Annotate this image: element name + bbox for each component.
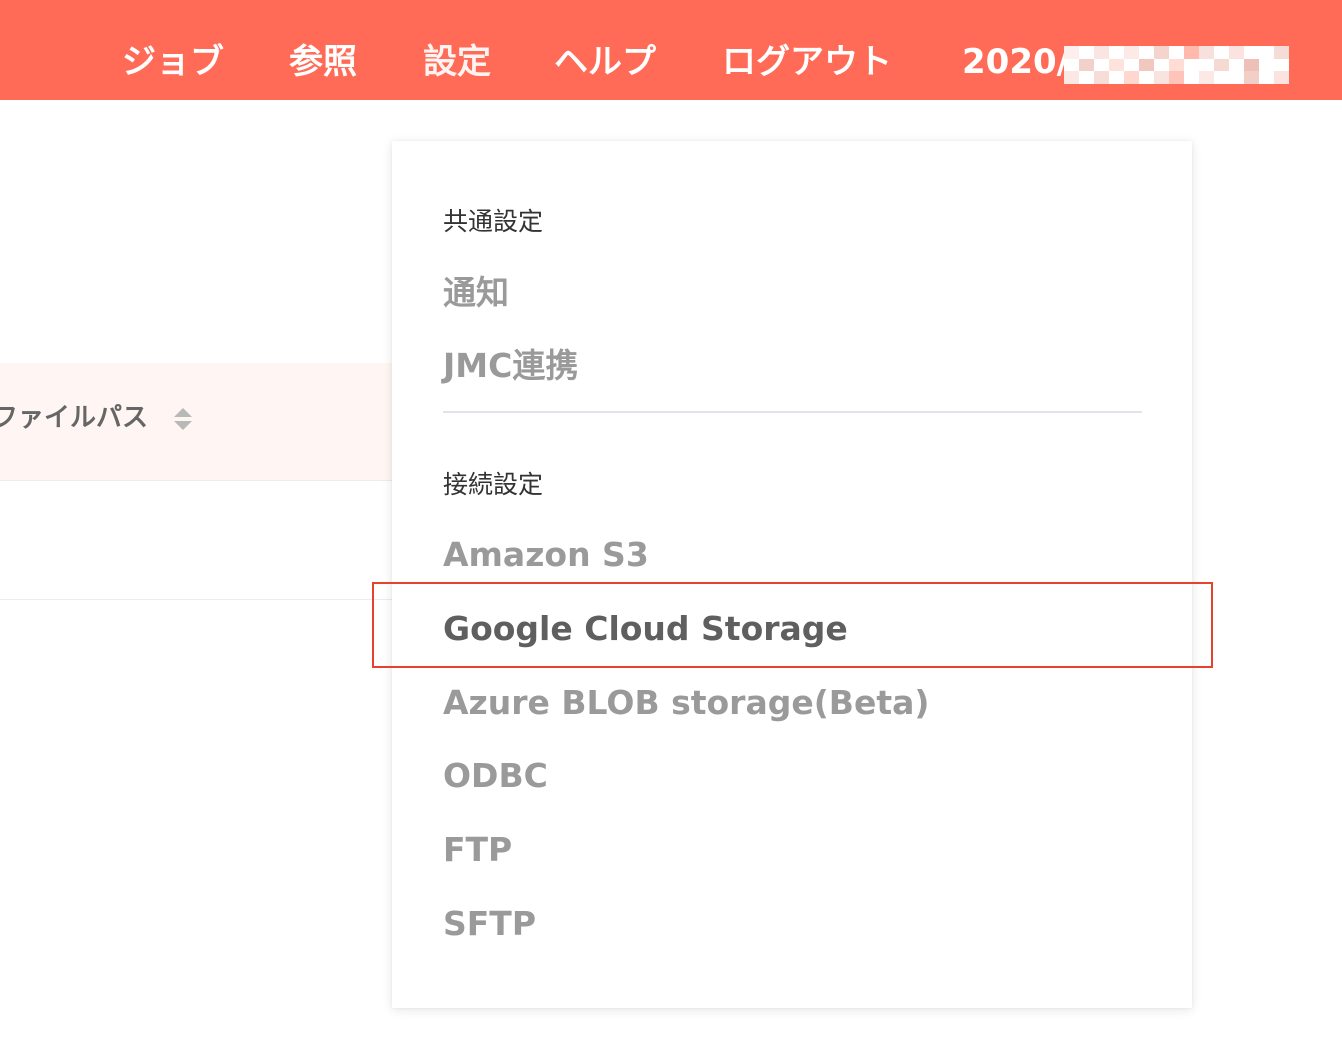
menu-item-jmc-integration[interactable]: JMC連携 [443, 344, 578, 388]
highlight-annotation [372, 582, 1213, 668]
column-header-file-path[interactable]: ファイルパス [0, 400, 148, 436]
nav-settings[interactable]: 設定 [423, 38, 491, 86]
nav-jobs[interactable]: ジョブ [122, 38, 224, 86]
datetime-text: 2020/ [962, 42, 1070, 82]
menu-item-odbc[interactable]: ODBC [443, 754, 548, 798]
section-label-connection-settings: 接続設定 [443, 470, 544, 499]
menu-item-ftp[interactable]: FTP [443, 828, 512, 872]
sort-icon[interactable] [172, 406, 194, 432]
nav-help[interactable]: ヘルプ [554, 38, 656, 86]
datetime-display: 2020/ [962, 38, 1332, 86]
table-row [0, 481, 392, 600]
menu-divider [443, 411, 1142, 413]
menu-item-amazon-s3[interactable]: Amazon S3 [443, 533, 649, 577]
nav-browse[interactable]: 参照 [289, 38, 357, 86]
section-label-common-settings: 共通設定 [443, 207, 544, 236]
settings-dropdown: 共通設定 通知 JMC連携 接続設定 Amazon S3 Google Clou… [392, 141, 1192, 1008]
redacted-datetime [1064, 46, 1289, 84]
top-navbar: ジョブ 参照 設定 ヘルプ ログアウト 2020/ [0, 0, 1342, 100]
menu-item-sftp[interactable]: SFTP [443, 902, 536, 946]
menu-item-notifications[interactable]: 通知 [443, 271, 509, 315]
menu-item-azure-blob-storage[interactable]: Azure BLOB storage(Beta) [443, 681, 929, 725]
nav-logout[interactable]: ログアウト [722, 38, 892, 86]
